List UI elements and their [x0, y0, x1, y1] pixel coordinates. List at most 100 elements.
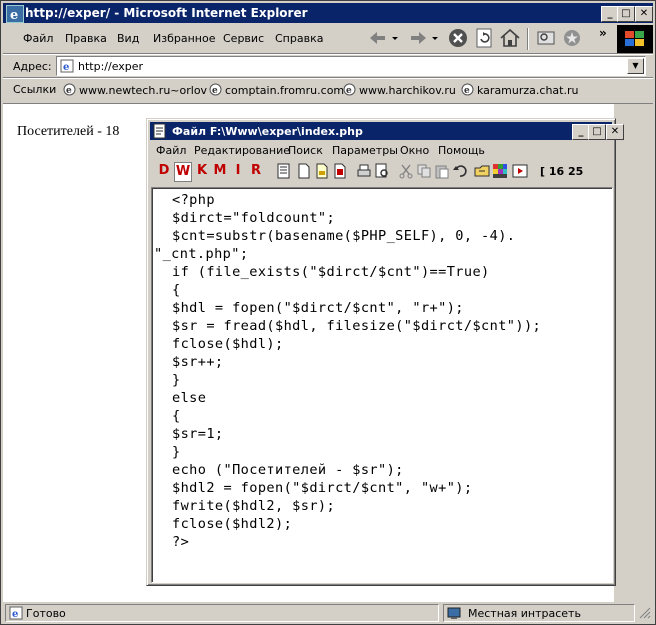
tool-d-button[interactable]: D — [156, 162, 172, 180]
editor-menu-help[interactable]: Помощь — [438, 144, 485, 157]
svg-text:e: e — [10, 8, 18, 22]
cursor-position: [ 16 25 — [540, 165, 584, 178]
back-arrow-icon[interactable] — [367, 27, 389, 49]
code-line: fclose($hdl); — [172, 336, 284, 352]
zone-text: Местная интрасеть — [468, 607, 581, 620]
code-line: fwrite($hdl2, $sr); — [172, 498, 336, 514]
status-panel: e Готово — [5, 604, 439, 622]
tool-m-button[interactable]: M — [212, 162, 228, 180]
maximize-button[interactable]: □ — [617, 6, 635, 22]
tool-r-button[interactable]: R — [248, 162, 264, 180]
resize-grip-icon[interactable] — [639, 607, 651, 619]
code-line: $cnt=substr(basename($PHP_SELF), 0, -4). — [172, 228, 516, 244]
editor-title-bar[interactable]: Файл F:\Www\exper\index.php _ □ ✕ — [150, 122, 624, 140]
color-palette-icon[interactable] — [492, 163, 508, 179]
link-item[interactable]: e comptain.fromru.com — [209, 83, 344, 97]
editor-menu-window[interactable]: Окно — [400, 144, 429, 157]
code-line: "_cnt.php"; — [154, 246, 249, 262]
code-line: $hdl = fopen("$dirct/$cnt", "r+"); — [172, 300, 464, 316]
tool-k-button[interactable]: K — [194, 162, 210, 180]
ie-logo-icon: e — [6, 5, 24, 23]
stop-icon[interactable] — [447, 27, 469, 49]
code-line: } — [172, 444, 181, 460]
code-editor-area[interactable]: <?php $dirct="foldcount"; $cnt=substr(ba… — [151, 187, 613, 583]
link-item[interactable]: e karamurza.chat.ru — [461, 83, 578, 97]
editor-window: Файл F:\Www\exper\index.php _ □ ✕ Файл Р… — [146, 118, 624, 586]
page-done-icon: e — [9, 606, 23, 620]
ie-page-icon: e — [63, 83, 76, 96]
svg-text:e: e — [63, 62, 69, 73]
run-icon[interactable] — [512, 163, 528, 179]
forward-arrow-icon[interactable] — [407, 27, 429, 49]
tool-w-button[interactable]: W — [174, 162, 192, 182]
svg-text:e: e — [212, 86, 218, 96]
editor-app-icon — [152, 123, 168, 139]
address-bar: Адрес: e http://exper ▼ — [3, 55, 653, 77]
svg-text:e: e — [12, 609, 18, 620]
status-text: Готово — [26, 607, 66, 620]
copy-icon[interactable] — [416, 163, 432, 179]
forward-dropdown-icon[interactable] — [431, 27, 439, 49]
menu-file[interactable]: Файл — [23, 32, 53, 45]
search-icon[interactable] — [535, 27, 557, 49]
toolbar-separator — [527, 28, 529, 50]
visitor-counter-text: Посетителей - 18 — [17, 124, 120, 139]
link-item[interactable]: e www.newtech.ru~orlov — [63, 83, 207, 97]
code-line: if (file_exists("$dirct/$cnt")==True) — [172, 264, 490, 280]
editor-menu-options[interactable]: Параметры — [332, 144, 398, 157]
address-input[interactable]: e http://exper ▼ — [56, 56, 646, 76]
code-line: fclose($hdl2); — [172, 516, 293, 532]
menu-tools[interactable]: Сервис — [223, 32, 264, 45]
link-item[interactable]: e www.harchikov.ru — [343, 83, 456, 97]
back-dropdown-icon[interactable] — [391, 27, 399, 49]
print-icon[interactable] — [356, 163, 372, 179]
status-bar: e Готово Местная интрасеть — [3, 603, 653, 623]
editor-menu-search[interactable]: Поиск — [288, 144, 323, 157]
cut-icon[interactable] — [398, 163, 414, 179]
page-icon: e — [60, 59, 74, 73]
undo-icon[interactable] — [452, 163, 468, 179]
title-bar[interactable]: e http://exper/ - Microsoft Internet Exp… — [3, 3, 653, 23]
windows-throbber — [617, 25, 653, 53]
menu-edit[interactable]: Правка — [65, 32, 107, 45]
paste-icon[interactable] — [434, 163, 450, 179]
code-line: $sr=1; — [172, 426, 224, 442]
windows-flag-icon — [625, 31, 645, 47]
save-file-icon[interactable] — [332, 163, 348, 179]
editor-menu-bar: Файл Редактирование Поиск Параметры Окно… — [150, 141, 612, 159]
editor-toolbar: D W K M I R [ 16 25 — [150, 160, 612, 184]
favorites-icon[interactable] — [561, 27, 583, 49]
code-line: <?php — [172, 192, 215, 208]
svg-text:e: e — [66, 86, 72, 96]
home-icon[interactable] — [499, 27, 521, 49]
ie-page-icon: e — [209, 83, 222, 96]
print-preview-icon[interactable] — [374, 163, 390, 179]
tool-i-button[interactable]: I — [230, 162, 246, 180]
address-dropdown-icon[interactable]: ▼ — [627, 58, 644, 74]
links-bar: Ссылки e www.newtech.ru~orlov e comptain.f… — [3, 79, 653, 101]
code-line: $dirct="foldcount"; — [172, 210, 336, 226]
refresh-icon[interactable] — [473, 27, 495, 49]
editor-menu-file[interactable]: Файл — [156, 144, 186, 157]
editor-title: Файл F:\Www\exper\index.php — [172, 125, 363, 138]
menu-view[interactable]: Вид — [117, 32, 139, 45]
code-line: else — [172, 390, 207, 406]
open-file-icon[interactable] — [314, 163, 330, 179]
editor-maximize-button[interactable]: □ — [588, 124, 606, 140]
links-label: Ссылки — [13, 83, 57, 96]
editor-close-button[interactable]: ✕ — [606, 124, 624, 140]
file-list-icon[interactable] — [276, 163, 292, 179]
close-button[interactable]: ✕ — [635, 6, 653, 22]
menu-help[interactable]: Справка — [275, 32, 323, 45]
toolbar-chevron-icon[interactable]: » — [599, 26, 607, 40]
menu-favorites[interactable]: Избранное — [153, 32, 215, 45]
find-icon[interactable] — [474, 163, 490, 179]
standard-toolbar: » — [359, 24, 619, 54]
code-line: $sr = fread($hdl, filesize("$dirct/$cnt"… — [172, 318, 542, 334]
new-file-icon[interactable] — [296, 163, 312, 179]
code-line: { — [172, 408, 181, 424]
page-scroll-area — [614, 104, 653, 602]
editor-menu-edit[interactable]: Редактирование — [194, 144, 290, 157]
address-label: Адрес: — [13, 60, 52, 73]
code-line: } — [172, 372, 181, 388]
